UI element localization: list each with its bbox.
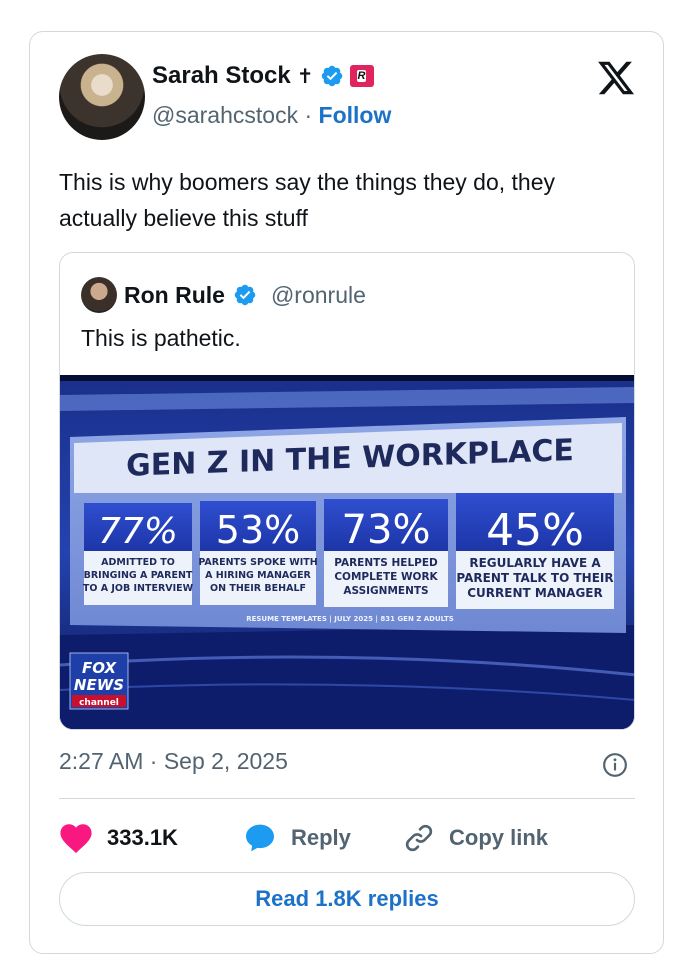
graphic-source-line: RESUME TEMPLATES | JULY 2025 | 831 GEN Z… <box>246 615 454 624</box>
author-display-name[interactable]: Sarah Stock <box>152 62 291 90</box>
follow-button[interactable]: Follow <box>319 102 392 128</box>
author-handle-row: @sarahcstock · Follow <box>152 102 391 129</box>
tv-screen-photo: GEN Z IN THE WORKPLACE 77% ADMITTED TO B… <box>60 375 634 729</box>
copy-link-label: Copy link <box>449 825 549 850</box>
quoted-author-row: Ron Rule @ronrule <box>124 277 366 313</box>
quoted-tweet[interactable]: Ron Rule @ronrule This is pathetic. GEN … <box>59 252 635 730</box>
divider <box>59 798 635 799</box>
stat-caption-1c: TO A JOB INTERVIEW <box>83 583 194 594</box>
stat-group-1: 77% ADMITTED TO BRINGING A PARENT TO A J… <box>83 503 194 605</box>
action-bar: 333.1K Reply Copy link <box>59 818 548 858</box>
quoted-tweet-text: This is pathetic. <box>81 325 241 351</box>
handle-separator: · <box>304 102 313 128</box>
stat-group-2: 53% PARENTS SPOKE WITH A HIRING MANAGER … <box>198 501 318 605</box>
like-count: 333.1K <box>107 825 178 850</box>
author-name-row: Sarah Stock ✝ R <box>152 62 374 90</box>
heart-icon <box>60 824 92 854</box>
quoted-author-handle: @ronrule <box>270 281 366 308</box>
link-icon <box>405 824 433 852</box>
read-replies-button[interactable]: Read 1.8K replies <box>59 872 635 926</box>
stat-caption-4b: PARENT TALK TO THEIR <box>456 571 613 585</box>
stat-caption-1a: ADMITTED TO <box>101 557 175 568</box>
stat-caption-2a: PARENTS SPOKE WITH <box>198 557 317 568</box>
cross-symbol: ✝ <box>296 65 314 88</box>
stat-group-4: 45% REGULARLY HAVE A PARENT TALK TO THEI… <box>456 493 614 609</box>
stat-value-4: 45% <box>486 505 584 556</box>
fox-news-logo: FOX NEWS channel <box>69 652 129 710</box>
verified-badge-icon <box>234 284 256 306</box>
quoted-author-name: Ron Rule <box>124 281 225 308</box>
reply-label: Reply <box>291 825 351 850</box>
logo-line-3: channel <box>79 698 119 708</box>
author-avatar[interactable] <box>59 54 145 140</box>
stat-group-3: 73% PARENTS HELPED COMPLETE WORK ASSIGNM… <box>324 499 448 607</box>
stat-value-3: 73% <box>342 507 431 553</box>
tweet-timestamp[interactable]: 2:27 AM · Sep 2, 2025 <box>59 748 288 775</box>
stat-caption-4a: REGULARLY HAVE A <box>469 556 601 570</box>
quoted-author-avatar <box>81 277 117 313</box>
copy-link-button[interactable]: Copy link <box>403 822 548 854</box>
x-logo-icon[interactable] <box>596 58 636 98</box>
embedded-tweet-card: Sarah Stock ✝ R @sarahcstock · Follow Th… <box>29 31 664 954</box>
stat-caption-1b: BRINGING A PARENT <box>84 570 193 581</box>
stat-caption-2b: A HIRING MANAGER <box>205 570 311 581</box>
author-handle[interactable]: @sarahcstock <box>152 102 298 128</box>
stat-caption-2c: ON THEIR BEHALF <box>210 583 306 594</box>
stat-caption-3b: COMPLETE WORK <box>334 571 438 583</box>
like-button[interactable]: 333.1K <box>59 822 243 854</box>
affiliate-badge-icon: R <box>349 65 374 87</box>
stat-value-2: 53% <box>216 508 300 552</box>
logo-line-2: NEWS <box>74 676 124 694</box>
info-icon[interactable] <box>602 752 628 778</box>
stat-caption-3c: ASSIGNMENTS <box>343 585 428 597</box>
verified-badge-icon <box>321 65 342 87</box>
quoted-tweet-image[interactable]: GEN Z IN THE WORKPLACE 77% ADMITTED TO B… <box>60 375 634 729</box>
stat-caption-3a: PARENTS HELPED <box>334 557 438 569</box>
tweet-text: This is why boomers say the things they … <box>59 169 556 231</box>
stat-caption-4c: CURRENT MANAGER <box>467 586 602 600</box>
reply-bubble-icon <box>246 824 274 852</box>
stat-value-1: 77% <box>98 511 178 552</box>
logo-line-1: FOX <box>82 659 117 677</box>
reply-button[interactable]: Reply <box>243 822 403 854</box>
